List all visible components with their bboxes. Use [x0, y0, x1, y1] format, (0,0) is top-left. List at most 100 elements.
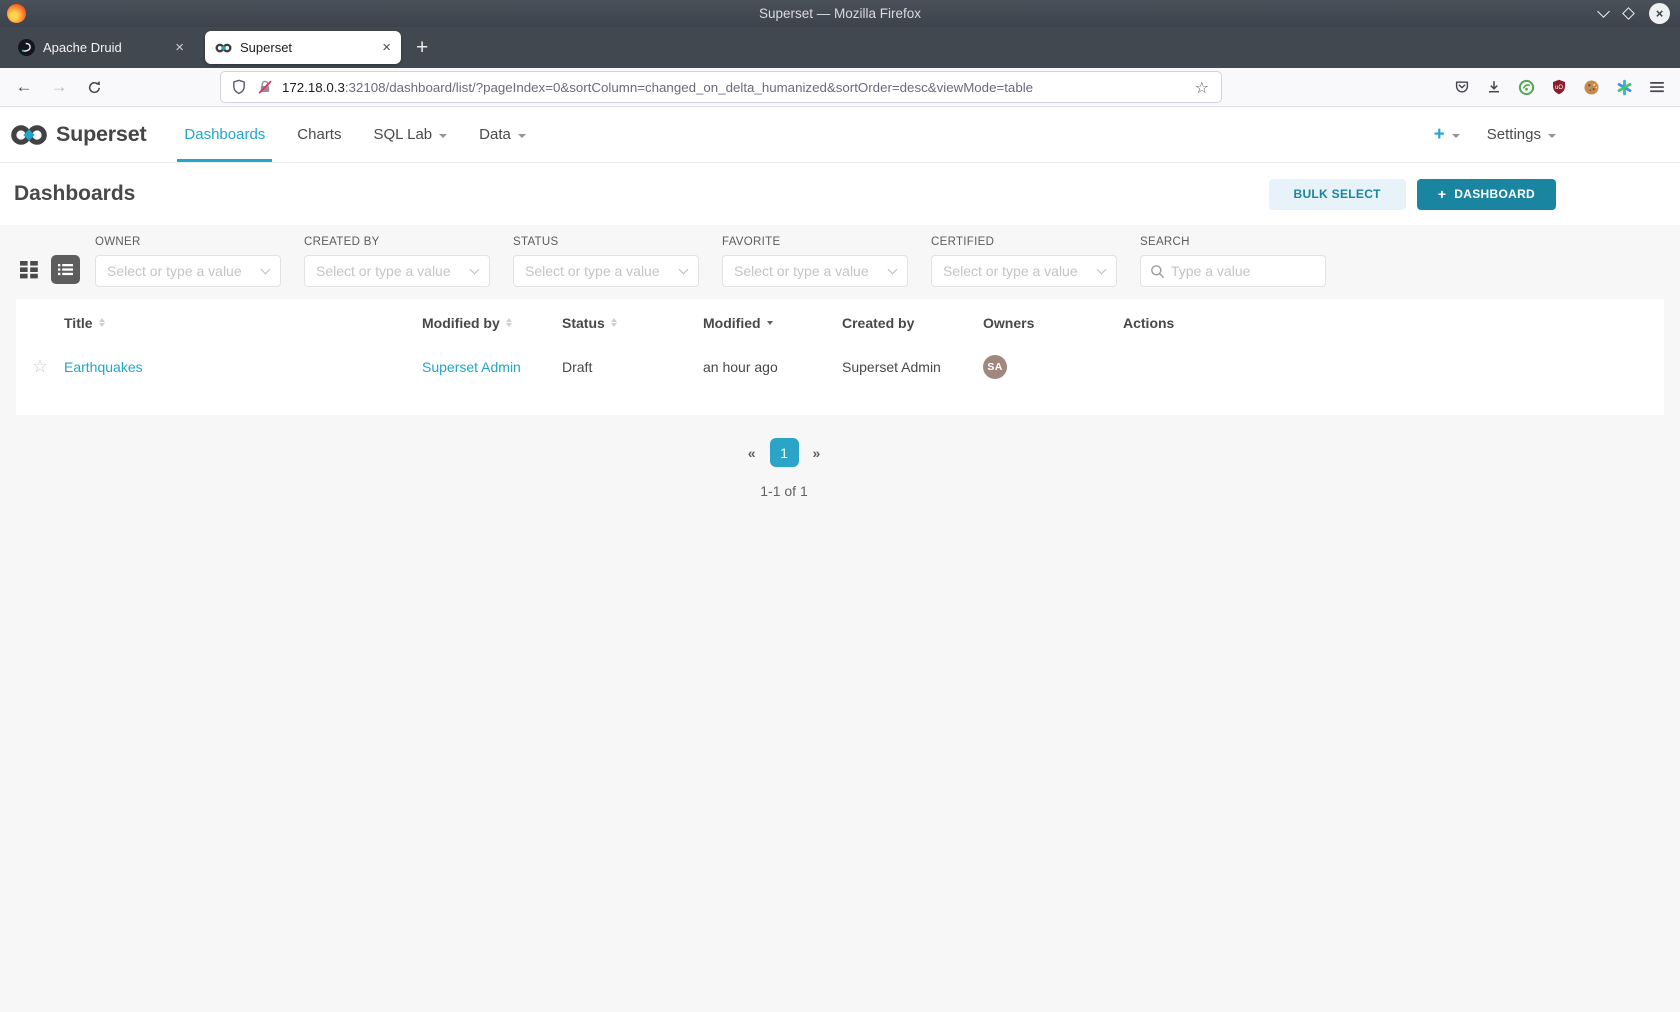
new-item-button[interactable]: + — [1434, 124, 1460, 146]
filter-search: SEARCH — [1140, 236, 1326, 287]
tab-apache-druid[interactable]: Apache Druid × — [8, 31, 194, 64]
nav-buttons: ← → — [9, 73, 109, 101]
nav-label: Dashboards — [184, 126, 266, 143]
owner-avatar[interactable]: SA — [983, 355, 1007, 379]
status-select[interactable]: Select or type a value — [513, 255, 699, 287]
forward-button[interactable]: → — [44, 73, 74, 101]
url-bar[interactable]: 172.18.0.3:32108/dashboard/list/?pageInd… — [221, 72, 1221, 102]
header-actions: Actions — [1123, 315, 1664, 331]
content-area: OWNER Select or type a value CREATED BY … — [0, 225, 1680, 1012]
header-status[interactable]: Status — [562, 315, 703, 331]
modified-value: an hour ago — [703, 359, 778, 375]
pagination: « 1 » — [748, 438, 821, 467]
tab-close-icon[interactable]: × — [175, 39, 184, 56]
view-mode-toggles — [18, 255, 80, 284]
bookmark-star-icon[interactable]: ☆ — [1193, 78, 1211, 97]
table-view-toggle[interactable] — [51, 255, 80, 284]
search-input[interactable] — [1171, 263, 1316, 279]
sort-desc-icon — [766, 320, 773, 325]
filter-created-by: CREATED BY Select or type a value — [304, 236, 490, 287]
url-host: 172.18.0.3 — [282, 79, 345, 95]
settings-label: Settings — [1486, 126, 1541, 143]
tab-bar: Apache Druid × Superset × + — [0, 27, 1680, 68]
bulk-select-button[interactable]: BULK SELECT — [1268, 178, 1406, 210]
filter-status: STATUS Select or type a value — [513, 236, 699, 287]
prev-page-button[interactable]: « — [748, 445, 756, 461]
window-minimize-icon[interactable] — [1597, 5, 1610, 18]
filter-label: SEARCH — [1140, 236, 1190, 248]
owner-select[interactable]: Select or type a value — [95, 255, 281, 287]
new-tab-button[interactable]: + — [416, 36, 428, 60]
window-titlebar: Superset — Mozilla Firefox × — [0, 0, 1680, 27]
downloads-icon[interactable] — [1486, 79, 1502, 95]
druid-favicon-icon — [18, 39, 35, 56]
search-box — [1140, 255, 1326, 287]
tab-title: Apache Druid — [43, 40, 122, 55]
window-close-icon[interactable]: × — [1649, 3, 1670, 24]
filter-favorite: FAVORITE Select or type a value — [722, 236, 908, 287]
window-controls: × — [1597, 3, 1680, 24]
plus-icon: + — [1433, 123, 1445, 145]
card-view-toggle[interactable] — [18, 258, 40, 281]
window-maximize-icon[interactable] — [1622, 7, 1635, 20]
modified-by-link[interactable]: Superset Admin — [422, 359, 521, 375]
add-dashboard-button[interactable]: + DASHBOARD — [1416, 178, 1556, 210]
column-label: Status — [562, 314, 605, 331]
settings-menu[interactable]: Settings — [1487, 126, 1556, 143]
tab-close-icon[interactable]: × — [382, 39, 391, 56]
menu-hamburger-icon[interactable] — [1649, 79, 1665, 95]
nav-item-sql-lab[interactable]: SQL Lab — [357, 107, 463, 162]
status-value: Draft — [562, 359, 593, 375]
url-text[interactable]: 172.18.0.3:32108/dashboard/list/?pageInd… — [282, 80, 1193, 95]
privacy-extension-icon[interactable] — [1518, 79, 1535, 96]
created-by-select[interactable]: Select or type a value — [304, 255, 490, 287]
sort-icon — [98, 317, 105, 328]
nav-item-charts[interactable]: Charts — [281, 107, 357, 162]
chevron-down-icon — [469, 264, 480, 274]
chevron-down-icon — [439, 133, 448, 138]
plus-icon: + — [1437, 186, 1447, 202]
page-1-button[interactable]: 1 — [769, 438, 799, 467]
window-title: Superset — Mozilla Firefox — [758, 6, 922, 21]
pagination-area: « 1 » 1-1 of 1 — [16, 415, 1552, 499]
filter-label: STATUS — [513, 236, 559, 248]
next-page-button[interactable]: » — [813, 445, 821, 461]
chevron-down-icon — [1096, 264, 1107, 274]
chevron-down-icon — [517, 133, 526, 138]
header-modified-by[interactable]: Modified by — [422, 315, 562, 331]
select-placeholder: Select or type a value — [734, 263, 869, 279]
firefox-logo-icon — [7, 4, 26, 23]
column-label: Title — [64, 314, 93, 331]
header-modified[interactable]: Modified — [703, 315, 842, 331]
filter-label: FAVORITE — [722, 236, 781, 248]
favorite-select[interactable]: Select or type a value — [722, 255, 908, 287]
reload-button[interactable] — [79, 73, 109, 101]
filter-owner: OWNER Select or type a value — [95, 236, 281, 287]
nav-label: SQL Lab — [373, 126, 433, 143]
certified-select[interactable]: Select or type a value — [931, 255, 1117, 287]
header-title[interactable]: Title — [64, 315, 422, 331]
asterisk-extension-icon[interactable] — [1616, 79, 1633, 96]
select-placeholder: Select or type a value — [525, 263, 660, 279]
filter-label: CREATED BY — [304, 236, 380, 248]
select-placeholder: Select or type a value — [107, 263, 242, 279]
superset-favicon-icon — [215, 39, 232, 56]
superset-brand[interactable]: Superset — [10, 107, 147, 162]
url-path: :32108/dashboard/list/?pageIndex=0&sortC… — [344, 79, 1034, 95]
tab-superset[interactable]: Superset × — [205, 31, 401, 64]
favorite-star-icon[interactable]: ☆ — [32, 357, 47, 377]
svg-text:uO: uO — [1555, 85, 1563, 91]
row-count-summary: 1-1 of 1 — [760, 483, 808, 499]
pocket-icon[interactable] — [1454, 79, 1470, 95]
cookie-extension-icon[interactable] — [1583, 79, 1600, 96]
tracking-shield-icon[interactable] — [231, 79, 247, 95]
back-button[interactable]: ← — [9, 73, 39, 101]
nav-item-data[interactable]: Data — [463, 107, 542, 162]
tab-title: Superset — [240, 40, 293, 55]
dashboard-title-link[interactable]: Earthquakes — [64, 359, 143, 375]
ublock-origin-icon[interactable]: uO — [1551, 79, 1567, 95]
insecure-lock-icon[interactable] — [257, 79, 273, 95]
select-placeholder: Select or type a value — [943, 263, 1078, 279]
list-controls: OWNER Select or type a value CREATED BY … — [0, 225, 1680, 287]
nav-item-dashboards[interactable]: Dashboards — [168, 107, 281, 162]
